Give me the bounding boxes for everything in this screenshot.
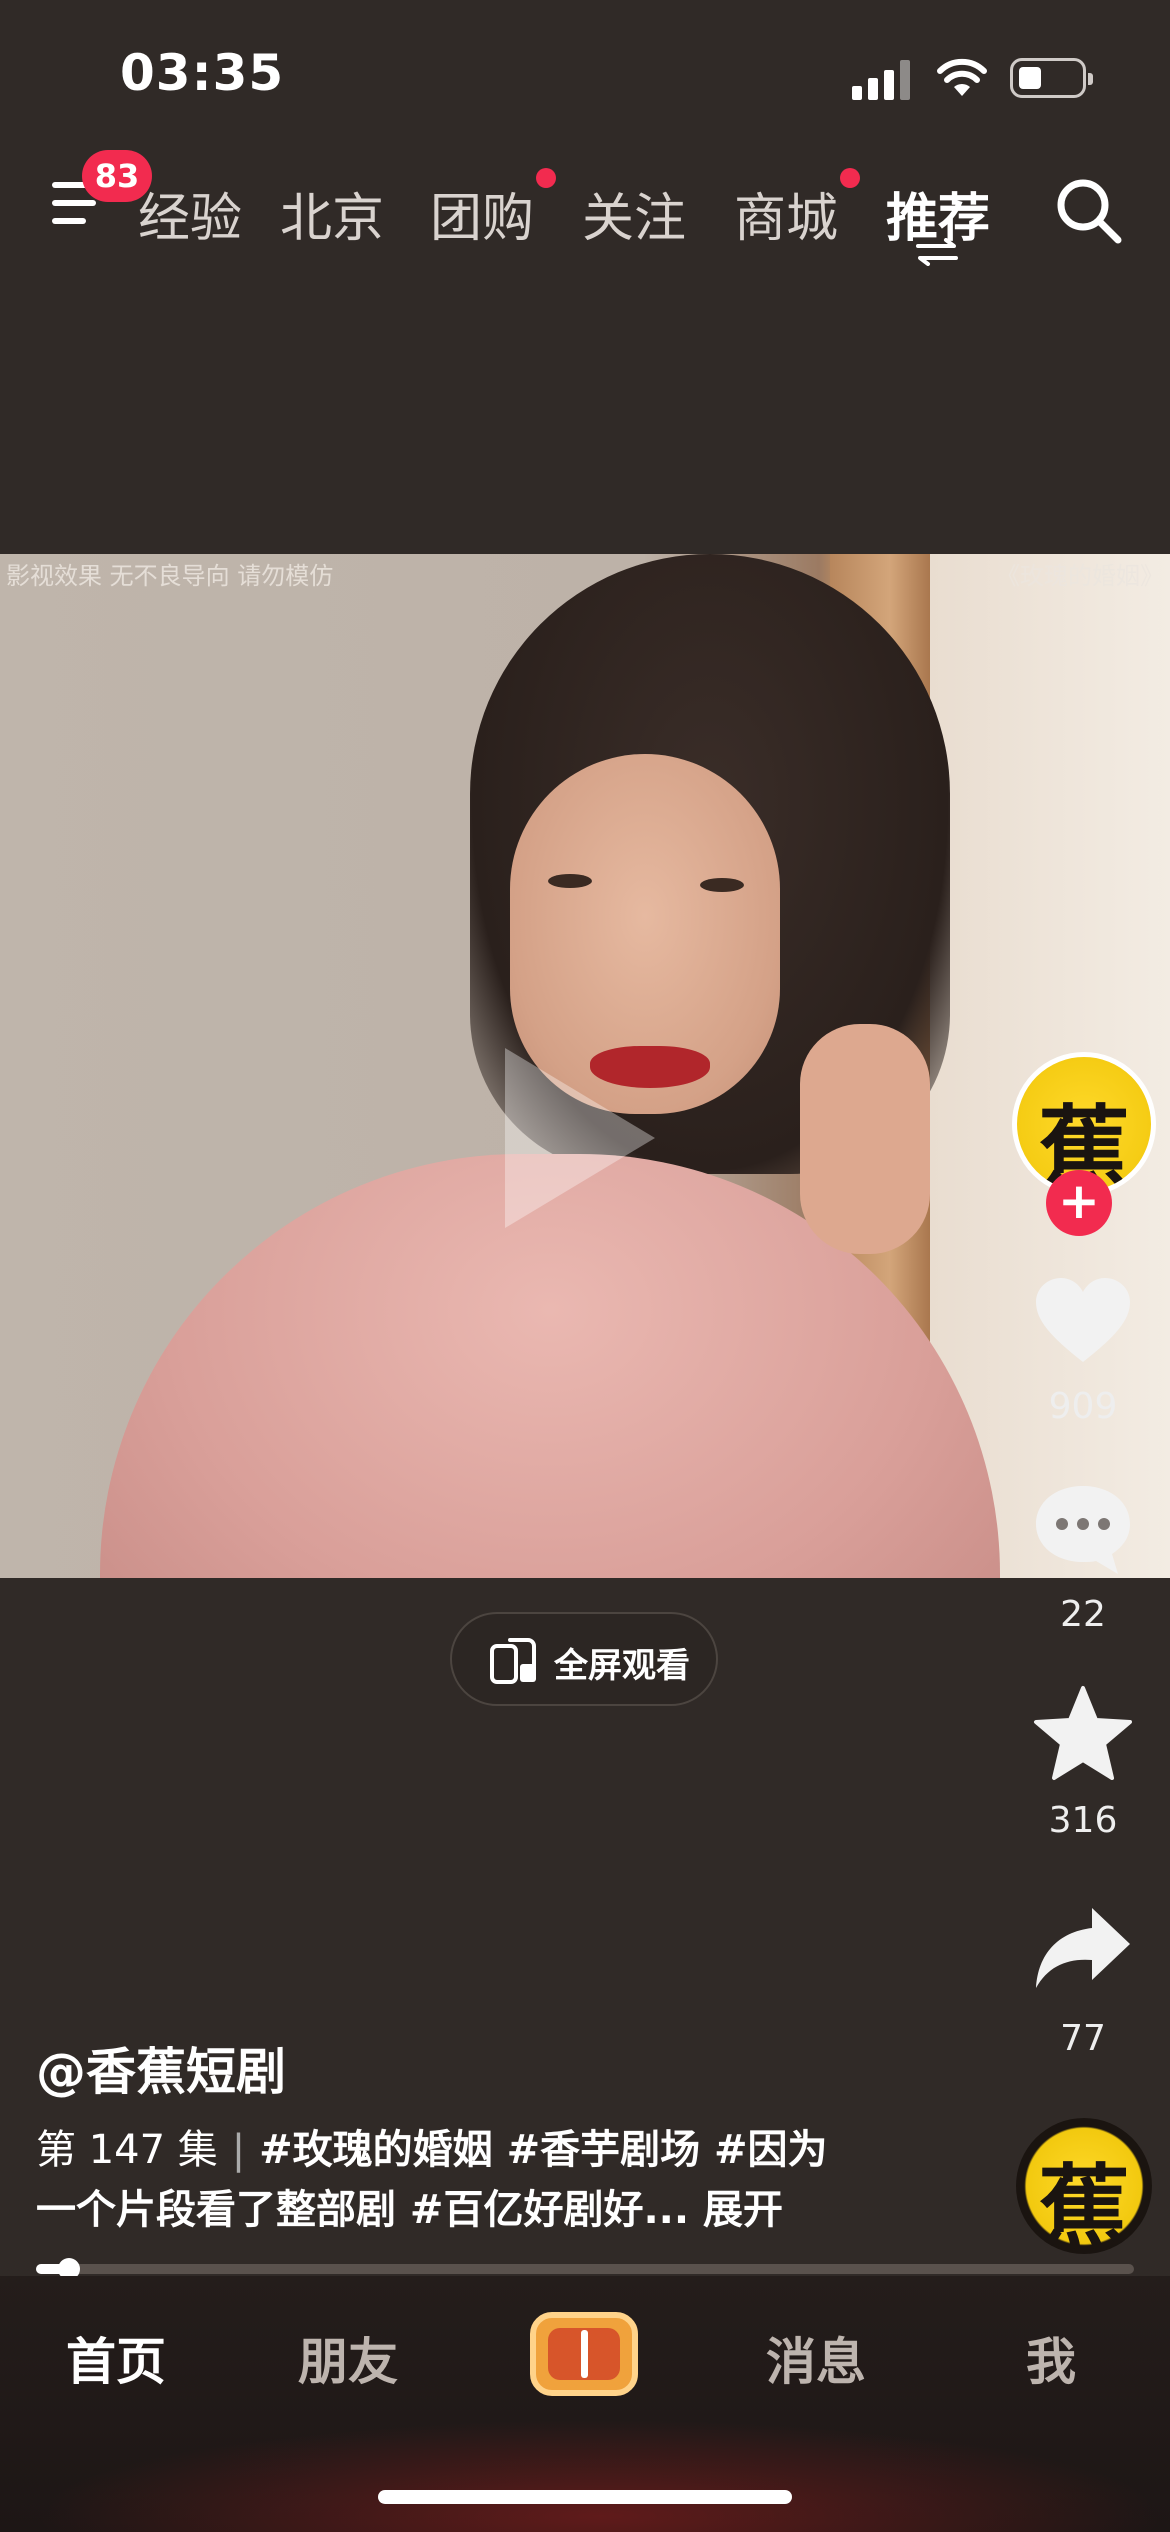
tab-experience[interactable]: 经验 — [138, 176, 242, 251]
tab-mall[interactable]: 商城 — [734, 176, 838, 251]
caption-tags-line1[interactable]: #玫瑰的婚姻 #香芋剧场 #因为 — [259, 2127, 827, 2173]
follow-plus-button[interactable]: + — [1046, 1170, 1112, 1236]
share-arrow-icon[interactable] — [1030, 1902, 1136, 2002]
music-disc-glyph: 蕉 — [1037, 2154, 1130, 2254]
comment-count: 22 — [1060, 1594, 1106, 1635]
tab-friends[interactable]: 朋友 — [298, 2322, 398, 2394]
author-handle[interactable]: @香蕉短剧 — [36, 2032, 286, 2104]
fullscreen-button[interactable]: 全屏观看 — [450, 1612, 718, 1706]
music-disc[interactable]: 蕉 — [1016, 2118, 1152, 2254]
fullscreen-label: 全屏观看 — [554, 1646, 690, 1686]
rotate-phone-icon — [490, 1638, 536, 1684]
video-eye-right — [700, 878, 744, 892]
post-caption: 第 147 集 | #玫瑰的婚姻 #香芋剧场 #因为 一个片段看了整部剧 #百亿… — [36, 2120, 916, 2240]
tab-group-buy[interactable]: 团购 — [430, 176, 534, 251]
home-indicator — [378, 2490, 792, 2504]
battery-icon — [1010, 58, 1093, 98]
share-count: 77 — [1060, 2018, 1106, 2059]
star-icon[interactable] — [1030, 1684, 1136, 1784]
cellular-signal-icon — [852, 60, 910, 100]
tab-following[interactable]: 关注 — [582, 176, 686, 251]
status-time: 03:35 — [120, 44, 285, 102]
video-watermark: 《玫瑰的婚姻》 — [996, 562, 1164, 590]
video-progress-track[interactable] — [36, 2264, 1134, 2274]
video-disclaimer: 影视效果 无不良导向 请勿模仿 — [6, 562, 334, 590]
like-count: 909 — [1048, 1386, 1118, 1427]
tab-mall-dot — [840, 168, 860, 188]
favorite-count: 316 — [1048, 1800, 1118, 1841]
tab-messages[interactable]: 消息 — [766, 2322, 866, 2394]
comment-icon[interactable] — [1030, 1480, 1136, 1580]
expand-caption-button[interactable]: 展开 — [703, 2187, 783, 2233]
tab-me[interactable]: 我 — [1026, 2322, 1076, 2394]
wifi-icon — [937, 58, 987, 96]
video-eye-left — [548, 874, 592, 888]
play-icon[interactable] — [505, 1048, 655, 1228]
tab-home[interactable]: 首页 — [66, 2322, 166, 2394]
search-icon[interactable] — [1054, 176, 1124, 246]
create-post-button[interactable] — [530, 2312, 638, 2396]
tab-group-buy-dot — [536, 168, 556, 188]
switch-arrows-icon — [916, 238, 958, 266]
heart-icon[interactable] — [1030, 1272, 1136, 1372]
video-hand — [800, 1024, 930, 1254]
episode-label[interactable]: 第 147 集 — [36, 2127, 218, 2173]
tab-beijing[interactable]: 北京 — [280, 176, 384, 251]
caption-tags-line2[interactable]: 一个片段看了整部剧 #百亿好剧好... — [36, 2187, 689, 2233]
caption-separator: | — [231, 2127, 246, 2173]
